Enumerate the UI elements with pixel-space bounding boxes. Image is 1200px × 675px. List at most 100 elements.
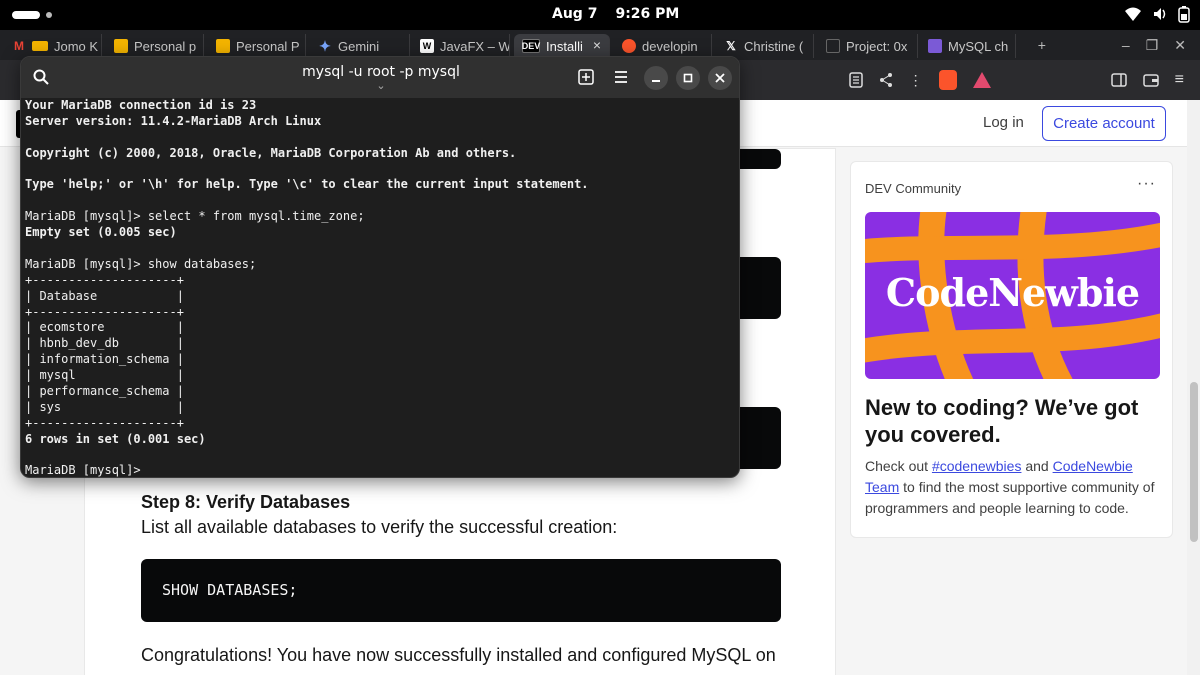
activities-indicator[interactable] <box>12 11 40 19</box>
body-text: and <box>1021 458 1053 474</box>
date-label: Aug 7 <box>552 6 598 22</box>
more-options-icon[interactable]: ··· <box>1137 175 1156 193</box>
workspace-dot[interactable] <box>46 12 52 18</box>
sidebar-toggle-icon[interactable] <box>1110 73 1127 87</box>
codenewbies-tag-link[interactable]: #codenewbies <box>932 458 1022 474</box>
body-text: to find the most supportive community of… <box>865 479 1155 516</box>
tab-personal-1[interactable]: Personal p <box>106 34 204 58</box>
terminal-line: Empty set (0.005 sec) <box>25 225 177 240</box>
terminal-line: | Database | <box>25 288 184 303</box>
card-body: Check out #codenewbies and CodeNewbie Te… <box>865 456 1165 519</box>
brave-search-icon <box>622 39 636 53</box>
terminal-line: MariaDB [mysql]> select * from mysql.tim… <box>25 209 365 224</box>
terminal-line: | performance_schema | <box>25 384 184 399</box>
terminal-line: +--------------------+ <box>25 272 184 287</box>
tab-label: Personal P <box>236 38 300 54</box>
terminal-window[interactable]: mysql -u root -p mysql ⌄ Your MariaDB co… <box>20 56 740 478</box>
gemini-icon: ✦ <box>319 37 331 54</box>
wallet-icon <box>32 41 48 51</box>
system-status-area[interactable] <box>1124 5 1190 23</box>
tab-project[interactable]: Project: 0x <box>818 34 918 58</box>
terminal-line: Server version: 11.4.2-MariaDB Arch Linu… <box>25 113 322 128</box>
dev-icon: DEV <box>521 39 541 53</box>
terminal-header-bar[interactable]: mysql -u root -p mysql ⌄ <box>21 57 739 98</box>
terminal-line: 6 rows in set (0.001 sec) <box>25 431 206 446</box>
x-icon: 𝕏 <box>726 39 736 53</box>
terminal-line: Copyright (c) 2000, 2018, Oracle, MariaD… <box>25 145 517 160</box>
tab-label: Gemini <box>338 38 380 54</box>
system-top-bar: Aug 7 9:26 PM <box>0 0 1200 30</box>
body-text: Check out <box>865 458 932 474</box>
tab-christine[interactable]: 𝕏 Christine ( <box>716 34 814 58</box>
login-link[interactable]: Log in <box>970 106 1037 139</box>
tab-label: MySQL ch <box>948 38 1009 54</box>
tab-strip-controls: + – ❐ ✕ <box>1038 34 1200 56</box>
tab-gmail[interactable]: M Jomo K <box>4 34 102 58</box>
more-vertical-icon[interactable]: ⋮ <box>909 72 923 89</box>
terminal-line: MariaDB [mysql]> <box>25 463 141 478</box>
tab-developing[interactable]: developin <box>614 34 712 58</box>
tab-mysql[interactable]: MySQL ch <box>920 34 1016 58</box>
brave-rewards-icon[interactable] <box>972 72 991 88</box>
close-tab-icon[interactable]: × <box>593 37 601 53</box>
code-block-show-databases: SHOW DATABASES; <box>141 559 781 622</box>
mysql-icon <box>928 39 942 53</box>
code-text: SHOW DATABASES; <box>162 581 298 599</box>
hamburger-menu-icon[interactable] <box>613 69 629 85</box>
terminal-line: +--------------------+ <box>25 415 184 430</box>
tab-javafx[interactable]: W JavaFX – W <box>412 34 510 58</box>
slides-icon <box>114 39 128 53</box>
screen: Aug 7 9:26 PM M Jomo K Personal p Persona… <box>0 0 1200 675</box>
minimize-icon[interactable] <box>644 66 668 90</box>
time-label: 9:26 PM <box>615 6 680 22</box>
clock[interactable]: Aug 7 9:26 PM <box>552 6 697 22</box>
terminal-line: | sys | <box>25 399 184 414</box>
close-icon[interactable] <box>708 66 732 90</box>
step-heading: Step 8: Verify Databases <box>141 492 351 512</box>
tab-label: Installi <box>546 38 583 54</box>
slides-icon <box>216 39 230 53</box>
step-description: List all available databases to verify t… <box>141 517 618 537</box>
browser-menu-icon[interactable]: ≡ <box>1175 71 1184 89</box>
terminal-line: | hbnb_dev_db | <box>25 336 184 351</box>
minimize-window-icon[interactable]: – <box>1122 37 1130 53</box>
share-icon[interactable] <box>879 72 893 88</box>
project-icon <box>826 39 840 53</box>
terminal-line: +--------------------+ <box>25 304 184 319</box>
volume-icon <box>1154 8 1166 20</box>
wifi-icon <box>1125 7 1141 21</box>
tab-label: Personal p <box>134 38 197 54</box>
terminal-line: MariaDB [mysql]> show databases; <box>25 256 257 271</box>
brave-shields-icon[interactable] <box>938 70 957 90</box>
terminal-title: mysql -u root -p mysql <box>302 64 460 80</box>
article-paragraph: Congratulations! You have now successful… <box>141 645 776 665</box>
reader-mode-icon[interactable] <box>848 72 863 88</box>
terminal-output[interactable]: Your MariaDB connection id is 23 Server v… <box>25 98 737 478</box>
page-scrollbar[interactable] <box>1187 100 1200 675</box>
card-header: DEV Community <box>865 181 962 196</box>
tab-label: Jomo K <box>54 38 99 54</box>
close-window-icon[interactable]: ✕ <box>1174 37 1186 54</box>
gmail-icon: M <box>14 39 24 53</box>
create-account-button[interactable]: Create account <box>1042 106 1166 141</box>
card-title: New to coding? We’ve got you covered. <box>865 395 1139 447</box>
scrollbar-thumb[interactable] <box>1190 382 1198 542</box>
terminal-line: Your MariaDB connection id is 23 <box>25 98 257 112</box>
new-tab-icon[interactable]: + <box>1038 37 1046 53</box>
tab-installing-active[interactable]: DEV Installi × <box>514 34 610 58</box>
terminal-line: | information_schema | <box>25 352 184 367</box>
wallet-icon[interactable] <box>1142 73 1159 87</box>
terminal-line: Type 'help;' or '\h' for help. Type '\c'… <box>25 177 589 192</box>
tab-gemini[interactable]: ✦ Gemini <box>310 34 410 58</box>
chevron-down-icon[interactable]: ⌄ <box>21 79 739 92</box>
maximize-icon[interactable] <box>676 66 700 90</box>
tab-personal-2[interactable]: Personal P <box>208 34 306 58</box>
restore-window-icon[interactable]: ❐ <box>1146 37 1159 54</box>
codenewbie-banner[interactable]: CodeNewbie <box>865 212 1160 379</box>
new-tab-icon[interactable] <box>578 69 594 85</box>
wikipedia-icon: W <box>420 39 434 53</box>
battery-icon <box>1178 6 1190 23</box>
